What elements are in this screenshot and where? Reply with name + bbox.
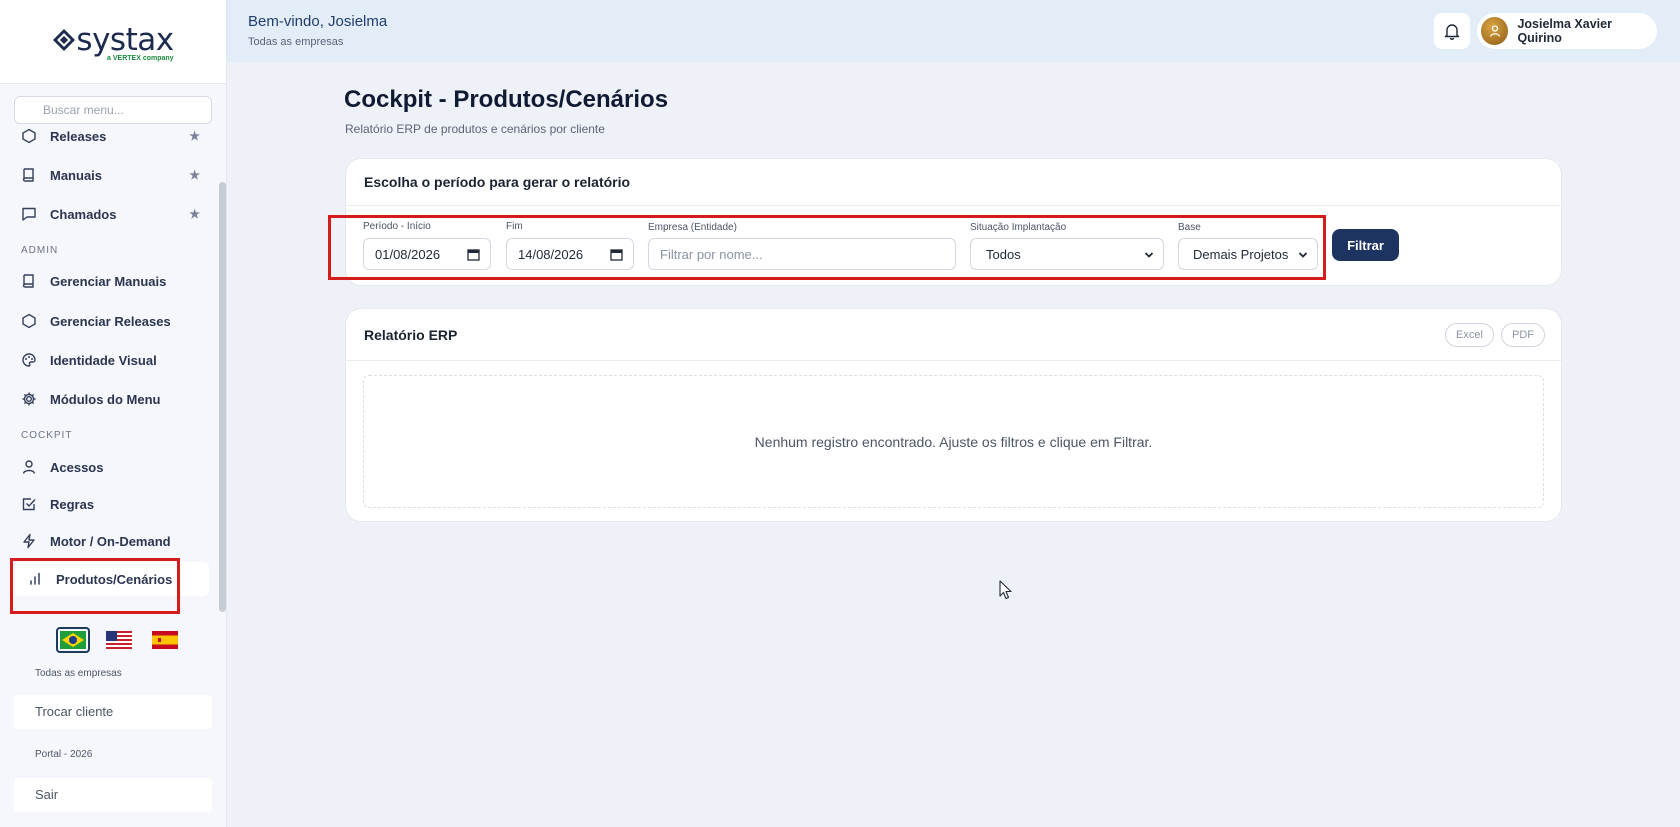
palette-icon [20,351,38,369]
active-item-highlight [10,558,180,614]
menu-search-input[interactable]: Buscar menu... [14,96,212,124]
sidebar-item-gerenciar-manuais[interactable]: Gerenciar Manuais [20,268,200,294]
brand-tagline: a VERTEX company [107,54,174,62]
portal-version: Portal - 2026 [35,749,93,760]
book-icon [20,166,38,184]
star-icon[interactable]: ★ [189,168,200,182]
notifications-button[interactable] [1434,13,1470,49]
book-icon [20,272,38,290]
avatar [1481,17,1509,45]
export-excel-button[interactable]: Excel [1445,323,1494,347]
section-admin-heading: ADMIN [21,245,59,256]
lightning-icon [20,532,38,550]
brazil-flag-icon [60,631,86,649]
sidebar-item-gerenciar-releases[interactable]: Gerenciar Releases [20,308,200,334]
sidebar-scrollbar[interactable] [219,182,226,612]
mouse-cursor-icon [999,580,1012,600]
user-icon [20,458,38,476]
top-bar: Bem-vindo, Josielma Todas as empresas Jo… [227,0,1680,62]
sidebar: systax a VERTEX company Buscar menu... R… [0,0,227,827]
sidebar-item-label: Acessos [50,459,104,475]
header-scope: Todas as empresas [248,36,344,48]
flag-brazil[interactable] [56,627,90,653]
logo-area: systax a VERTEX company [0,0,226,84]
empty-state-message: Nenhum registro encontrado. Ajuste os fi… [363,375,1544,508]
gear-icon [20,390,38,408]
sidebar-item-label: Motor / On-Demand [50,533,171,549]
sidebar-item-label: Chamados [50,206,117,222]
sidebar-item-label: Gerenciar Releases [50,313,171,329]
sidebar-item-manuais[interactable]: Manuais ★ [20,162,200,188]
spain-flag-icon [152,631,178,649]
flag-spain[interactable] [148,627,182,653]
star-icon[interactable]: ★ [189,207,200,221]
sidebar-item-label: Gerenciar Manuais [50,273,167,289]
page-subtitle: Relatório ERP de produtos e cenários por… [345,122,605,136]
brand-logo[interactable]: systax a VERTEX company [52,21,174,62]
user-menu-button[interactable]: Josielma Xavier Quirino [1477,13,1657,49]
sidebar-item-acessos[interactable]: Acessos [20,454,200,480]
sidebar-item-regras[interactable]: Regras [20,491,200,517]
export-pdf-button[interactable]: PDF [1501,323,1545,347]
diamond-logo-icon [53,28,76,51]
filter-button[interactable]: Filtrar [1332,229,1399,261]
usa-flag-icon [106,631,132,649]
filters-highlight [328,215,1326,280]
page-title: Cockpit - Produtos/Cenários [344,86,669,113]
hexagon-icon [20,127,38,145]
sidebar-item-identidade-visual[interactable]: Identidade Visual [20,347,200,373]
sidebar-item-label: Regras [50,496,95,512]
brand-name: systax [76,21,174,58]
user-icon [1489,25,1500,37]
sidebar-item-modulos-menu[interactable]: Módulos do Menu [20,386,200,412]
sidebar-item-chamados[interactable]: Chamados ★ [20,201,200,227]
section-cockpit-heading: COCKPIT [21,430,73,441]
sidebar-item-label: Módulos do Menu [50,391,161,407]
star-icon[interactable]: ★ [189,129,200,143]
checkbox-icon [20,495,38,513]
bell-icon [1444,24,1460,40]
sidebar-item-releases[interactable]: Releases ★ [20,123,200,149]
filter-card-title: Escolha o período para gerar o relatório [346,159,1561,206]
sidebar-item-motor-on-demand[interactable]: Motor / On-Demand [20,528,200,554]
chat-icon [20,205,38,223]
flag-usa[interactable] [102,627,136,653]
hexagon-icon [20,312,38,330]
language-switcher [56,627,182,653]
user-name: Josielma Xavier Quirino [1517,17,1612,45]
logout-button[interactable]: Sair [14,778,212,812]
switch-client-button[interactable]: Trocar cliente [14,695,212,729]
welcome-message: Bem-vindo, Josielma [248,13,388,30]
report-title: Relatório ERP [346,309,1561,361]
sidebar-item-label: Identidade Visual [50,352,157,368]
sidebar-item-label: Manuais [50,167,103,183]
sidebar-item-label: Releases [50,128,107,144]
sidebar-scope-label: Todas as empresas [35,668,122,679]
